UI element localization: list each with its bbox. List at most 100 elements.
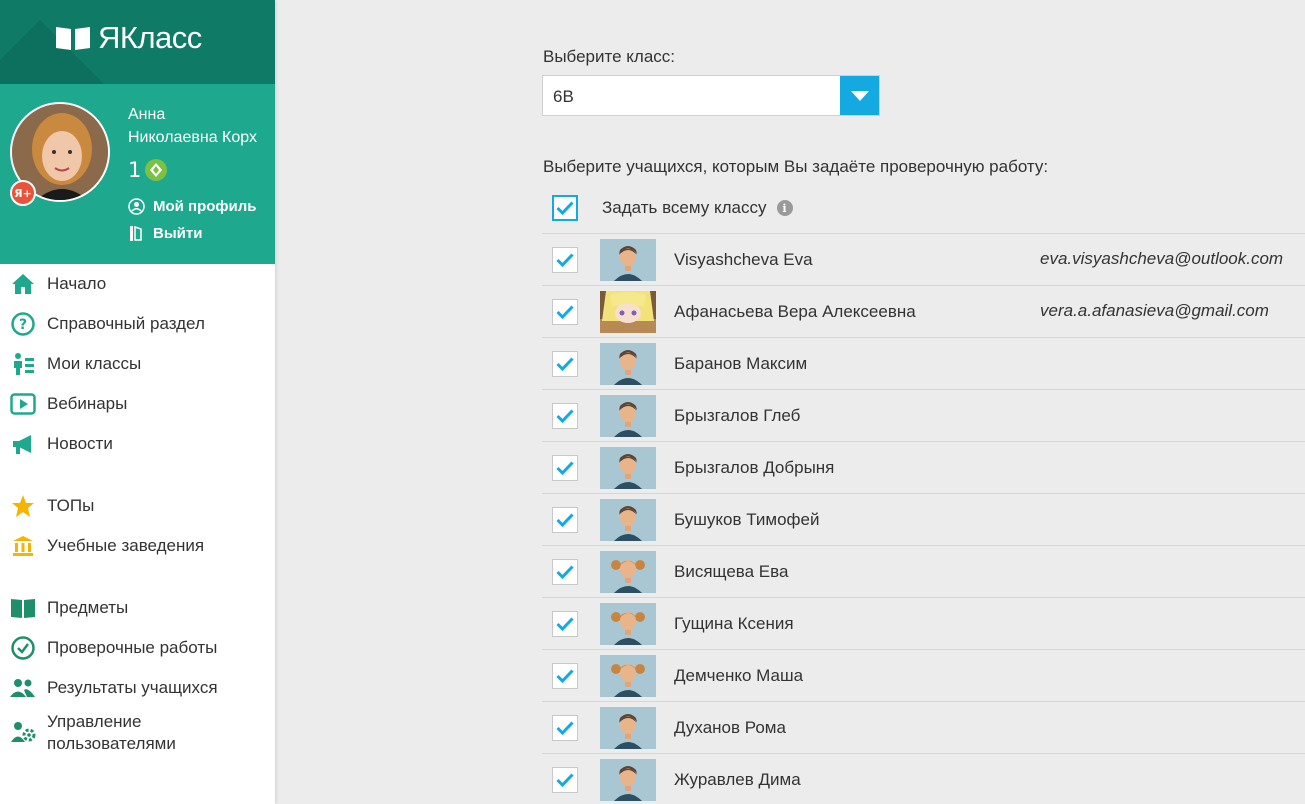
- nav-item-news[interactable]: Новости: [0, 424, 275, 464]
- student-row: Духанов Рома: [542, 701, 1305, 753]
- student-avatar: [600, 290, 656, 333]
- student-row: Афанасьева Вера Алексеевна vera.a.afanas…: [542, 285, 1305, 337]
- check-icon: [556, 408, 574, 423]
- student-name: Гущина Ксения: [674, 613, 794, 633]
- user-name: Анна Николаевна Корх: [128, 106, 257, 146]
- student-row: Брызгалов Добрыня: [542, 441, 1305, 493]
- nav-item-user-management[interactable]: Управление пользователями: [0, 708, 275, 758]
- students-label: Выберите учащихся, которым Вы задаёте пр…: [543, 157, 1049, 176]
- student-checkbox[interactable]: [552, 454, 578, 481]
- info-icon[interactable]: i: [776, 200, 793, 216]
- whole-class-checkbox[interactable]: [552, 195, 578, 221]
- nav-item-tests[interactable]: Проверочные работы: [0, 628, 275, 668]
- brand-name: ЯКласс: [98, 20, 202, 55]
- class-select[interactable]: 6В: [542, 75, 880, 116]
- student-avatar: [600, 550, 656, 593]
- student-avatar: [600, 498, 656, 541]
- student-name: Висящева Ева: [674, 561, 789, 581]
- whole-class-row: Задать всему классу i: [542, 190, 793, 226]
- student-avatar: [600, 758, 656, 801]
- student-row: Visyashcheva Eva eva.visyashcheva@outloo…: [542, 233, 1305, 285]
- check-icon: [556, 304, 574, 319]
- sidebar-nav: Начало ? Справочный раздел Мои классы Ве…: [0, 264, 275, 758]
- check-icon: [556, 201, 574, 215]
- student-name: Бушуков Тимофей: [674, 509, 820, 529]
- user-settings-icon: [10, 720, 36, 746]
- nav-item-tops[interactable]: ТОПы: [0, 486, 275, 526]
- student-name: Журавлев Дима: [674, 769, 801, 789]
- check-icon: [556, 772, 574, 787]
- student-row: Висящева Ева: [542, 545, 1305, 597]
- sidebar: ЯКласс Я+ Анна Николаевна Корх 1 Мой про…: [0, 0, 275, 804]
- gem-icon: [145, 159, 168, 181]
- nav-item-webinars[interactable]: Вебинары: [0, 384, 275, 424]
- student-checkbox[interactable]: [552, 714, 578, 741]
- check-icon: [556, 720, 574, 735]
- classes-icon: [10, 351, 36, 377]
- check-icon: [556, 512, 574, 527]
- check-circle-icon: [10, 635, 36, 661]
- student-checkbox[interactable]: [552, 402, 578, 429]
- student-name: Демченко Маша: [674, 665, 804, 685]
- student-checkbox[interactable]: [552, 610, 578, 637]
- student-row: Демченко Маша: [542, 649, 1305, 701]
- nav-item-schools[interactable]: Учебные заведения: [0, 526, 275, 566]
- class-select-value: 6В: [553, 87, 574, 106]
- check-icon: [556, 460, 574, 475]
- premium-badge[interactable]: Я+: [10, 180, 36, 206]
- chevron-down-icon[interactable]: [840, 76, 879, 115]
- student-row: Бушуков Тимофей: [542, 493, 1305, 545]
- my-profile-link[interactable]: Мой профиль: [128, 198, 257, 215]
- student-row: Баранов Максим: [542, 337, 1305, 389]
- student-avatar: [600, 654, 656, 697]
- logout-link[interactable]: Выйти: [128, 225, 202, 242]
- home-icon: [10, 271, 36, 297]
- help-icon: ?: [10, 311, 36, 337]
- brand-logo[interactable]: ЯКласс: [54, 20, 202, 56]
- nav-item-classes[interactable]: Мои классы: [0, 344, 275, 384]
- check-icon: [556, 616, 574, 631]
- user-circle-icon: [128, 198, 145, 215]
- student-row: Журавлев Дима: [542, 753, 1305, 804]
- student-row: Брызгалов Глеб: [542, 389, 1305, 441]
- nav-item-results[interactable]: Результаты учащихся: [0, 668, 275, 708]
- check-icon: [556, 564, 574, 579]
- student-checkbox[interactable]: [552, 766, 578, 793]
- student-name: Баранов Максим: [674, 353, 808, 373]
- check-icon: [556, 668, 574, 683]
- student-name: Брызгалов Добрыня: [674, 457, 835, 477]
- nav-item-help[interactable]: ? Справочный раздел: [0, 304, 275, 344]
- nav-item-subjects[interactable]: Предметы: [0, 588, 275, 628]
- student-checkbox[interactable]: [552, 558, 578, 585]
- nav-item-home[interactable]: Начало: [0, 264, 275, 304]
- student-avatar: [600, 602, 656, 645]
- student-avatar: [600, 394, 656, 437]
- student-name: Visyashcheva Eva: [674, 249, 813, 269]
- logo-bar: ЯКласс: [0, 0, 275, 84]
- student-row: Гущина Ксения: [542, 597, 1305, 649]
- main-content: Выберите класс: 6В Выберите учащихся, ко…: [275, 0, 1305, 804]
- svg-text:?: ?: [19, 317, 27, 333]
- student-email: eva.visyashcheva@outlook.com: [1040, 249, 1284, 268]
- users-icon: [10, 675, 36, 701]
- book-logo-icon: [56, 27, 90, 50]
- whole-class-label: Задать всему классу: [602, 198, 767, 217]
- student-name: Брызгалов Глеб: [674, 405, 801, 425]
- book-icon: [10, 595, 36, 621]
- nav-label-user-management: Управление пользователями: [47, 712, 176, 753]
- student-checkbox[interactable]: [552, 246, 578, 273]
- student-name: Афанасьева Вера Алексеевна: [674, 301, 916, 321]
- student-avatar: [600, 446, 656, 489]
- student-list: Visyashcheva Eva eva.visyashcheva@outloo…: [542, 233, 1305, 804]
- school-icon: [10, 533, 36, 559]
- student-checkbox[interactable]: [552, 506, 578, 533]
- student-checkbox[interactable]: [552, 298, 578, 325]
- logout-icon: [130, 225, 142, 241]
- student-avatar: [600, 342, 656, 385]
- student-avatar: [600, 238, 656, 281]
- student-checkbox[interactable]: [552, 350, 578, 377]
- student-email: vera.a.afanasieva@gmail.com: [1040, 301, 1269, 320]
- news-icon: [10, 431, 36, 457]
- student-name: Духанов Рома: [674, 717, 786, 737]
- student-checkbox[interactable]: [552, 662, 578, 689]
